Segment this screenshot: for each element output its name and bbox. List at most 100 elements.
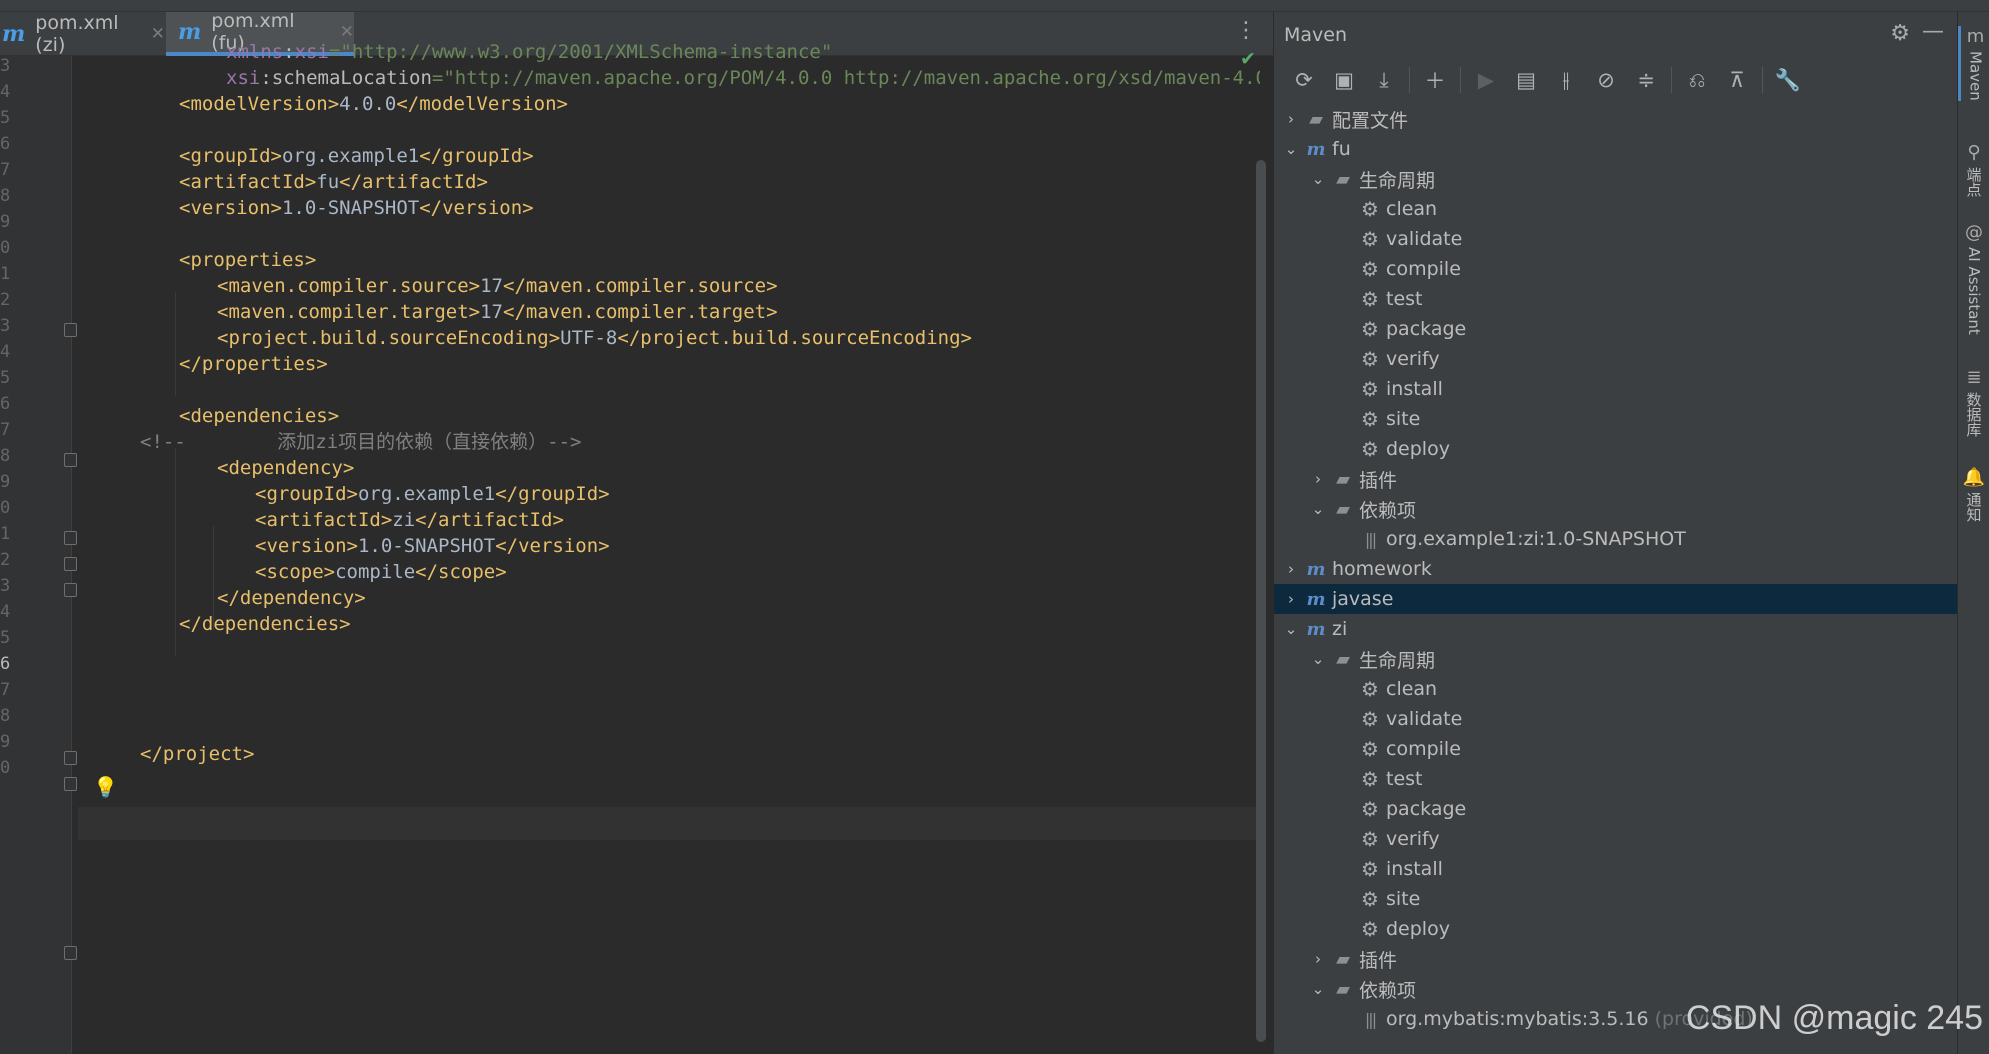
- toggle-offline-icon[interactable]: ⫲: [1546, 62, 1586, 98]
- fold-marker[interactable]: [64, 453, 77, 467]
- tree-label: fu: [1332, 138, 1351, 160]
- lightbulb-icon[interactable]: 💡: [93, 775, 118, 799]
- tree-item-dependency[interactable]: ||| org.example1:zi:1.0-SNAPSHOT: [1274, 524, 1958, 554]
- tree-label: 依赖项: [1359, 499, 1417, 522]
- fold-marker[interactable]: [64, 583, 77, 597]
- download-icon[interactable]: ⤓: [1364, 62, 1404, 98]
- tree-item-plugins[interactable]: › ▰ 插件: [1274, 944, 1958, 974]
- tree-item-dependencies[interactable]: ⌄ ▰ 依赖项: [1274, 494, 1958, 524]
- execute-goal-icon[interactable]: ▤: [1506, 62, 1546, 98]
- watermark: CSDN @magic 245: [1685, 999, 1983, 1037]
- fold-marker[interactable]: [64, 323, 77, 337]
- tree-label: 配置文件: [1332, 109, 1409, 132]
- close-icon[interactable]: ✕: [340, 22, 354, 42]
- fold-marker[interactable]: [64, 531, 77, 545]
- dependency-icon: |||: [1364, 1009, 1377, 1029]
- tree-item-goal-deploy[interactable]: ⚙ deploy: [1274, 914, 1958, 944]
- tree-item-zi[interactable]: ⌄ m zi: [1274, 614, 1958, 644]
- tree-item-fu[interactable]: ⌄ m fu: [1274, 134, 1958, 164]
- line-number: 0: [0, 758, 11, 778]
- stripe-tab-database[interactable]: ≣ 数据库: [1958, 367, 1989, 437]
- line-number: 9: [0, 212, 11, 232]
- tree-label: clean: [1386, 198, 1438, 220]
- tree-item-goal-clean[interactable]: ⚙ clean: [1274, 194, 1958, 224]
- gear-icon: ⚙: [1361, 887, 1379, 911]
- tree-item-goal-deploy[interactable]: ⚙ deploy: [1274, 434, 1958, 464]
- show-dependencies-icon[interactable]: ⎌: [1677, 62, 1717, 98]
- tree-item-goal-compile[interactable]: ⚙ compile: [1274, 734, 1958, 764]
- settings-gear-icon[interactable]: ⚙: [1890, 21, 1910, 46]
- line-number: 8: [0, 446, 11, 466]
- tree-item-goal-verify[interactable]: ⚙ verify: [1274, 824, 1958, 854]
- tree-item-goal-install[interactable]: ⚙ install: [1274, 854, 1958, 884]
- chevron-down-icon[interactable]: ⌄: [1311, 650, 1325, 668]
- collapse-icon[interactable]: ≑: [1626, 62, 1666, 98]
- tree-item-plugins[interactable]: › ▰ 插件: [1274, 464, 1958, 494]
- tab-actions-menu-icon[interactable]: ⋮: [1235, 18, 1257, 43]
- tree-item-goal-site[interactable]: ⚙ site: [1274, 884, 1958, 914]
- code-line-25: </dependencies>: [179, 613, 351, 635]
- tree-item-lifecycle[interactable]: ⌄ ▰ 生命周期: [1274, 644, 1958, 674]
- code-editor[interactable]: xmlns:xsi="http://www.w3.org/2001/XMLSch…: [78, 44, 1260, 1042]
- tree-item-goal-test[interactable]: ⚙ test: [1274, 764, 1958, 794]
- chevron-down-icon[interactable]: ⌄: [1311, 980, 1325, 998]
- line-number: 7: [0, 680, 11, 700]
- fold-marker[interactable]: [64, 946, 77, 960]
- chevron-right-icon[interactable]: ›: [1284, 110, 1298, 128]
- tree-item-goal-package[interactable]: ⚙ package: [1274, 314, 1958, 344]
- tree-item-goal-package[interactable]: ⚙ package: [1274, 794, 1958, 824]
- minimize-icon[interactable]: —: [1922, 19, 1944, 44]
- reload-all-icon[interactable]: ⟳: [1284, 62, 1324, 98]
- chevron-right-icon[interactable]: ›: [1284, 560, 1298, 578]
- fold-marker[interactable]: [64, 751, 77, 765]
- stripe-tab-maven[interactable]: m Maven: [1958, 26, 1989, 101]
- chevron-down-icon[interactable]: ⌄: [1284, 620, 1298, 638]
- chevron-right-icon[interactable]: ›: [1284, 590, 1298, 608]
- reload-folder-icon[interactable]: ▣: [1324, 62, 1364, 98]
- expand-icon[interactable]: ⊼: [1717, 62, 1757, 98]
- current-line-highlight: [78, 807, 1260, 840]
- tree-item-homework[interactable]: › m homework: [1274, 554, 1958, 584]
- run-icon[interactable]: ▶: [1466, 62, 1506, 98]
- tree-item-lifecycle[interactable]: ⌄ ▰ 生命周期: [1274, 164, 1958, 194]
- chevron-right-icon[interactable]: ›: [1311, 950, 1325, 968]
- tree-label: validate: [1386, 708, 1463, 730]
- tree-item-goal-compile[interactable]: ⚙ compile: [1274, 254, 1958, 284]
- tree-item-goal-clean[interactable]: ⚙ clean: [1274, 674, 1958, 704]
- tree-label: package: [1386, 798, 1467, 820]
- line-number: 3: [0, 56, 11, 76]
- line-number: 3: [0, 576, 11, 596]
- add-icon[interactable]: ＋: [1415, 62, 1455, 98]
- tree-item-goal-install[interactable]: ⚙ install: [1274, 374, 1958, 404]
- chevron-down-icon[interactable]: ⌄: [1311, 170, 1325, 188]
- gear-icon: ⚙: [1361, 317, 1379, 341]
- line-number: 0: [0, 498, 11, 518]
- tree-item-goal-site[interactable]: ⚙ site: [1274, 404, 1958, 434]
- tree-item-goal-validate[interactable]: ⚙ validate: [1274, 224, 1958, 254]
- tree-item-javase[interactable]: › m javase: [1274, 584, 1958, 614]
- stripe-label: 通知: [1964, 492, 1983, 522]
- stripe-tab-endpoints[interactable]: ⚲ 端点: [1958, 142, 1989, 197]
- tree-item-profiles[interactable]: › ▰ 配置文件: [1274, 104, 1958, 134]
- chevron-down-icon[interactable]: ⌄: [1284, 140, 1298, 158]
- line-number: 7: [0, 160, 11, 180]
- code-line-14: <project.build.sourceEncoding>UTF-8</pro…: [217, 327, 972, 349]
- chevron-down-icon[interactable]: ⌄: [1311, 500, 1325, 518]
- close-icon[interactable]: ✕: [151, 24, 165, 44]
- stripe-tab-notifications[interactable]: 🔔 通知: [1958, 467, 1989, 522]
- chevron-right-icon[interactable]: ›: [1311, 470, 1325, 488]
- tree-item-goal-validate[interactable]: ⚙ validate: [1274, 704, 1958, 734]
- line-number: 9: [0, 732, 11, 752]
- fold-marker[interactable]: [64, 557, 77, 571]
- fold-marker[interactable]: [64, 777, 77, 791]
- tree-item-goal-verify[interactable]: ⚙ verify: [1274, 344, 1958, 374]
- editor-scrollbar[interactable]: [1256, 160, 1266, 1042]
- tree-item-goal-test[interactable]: ⚙ test: [1274, 284, 1958, 314]
- tree-label: site: [1386, 888, 1421, 910]
- skip-tests-icon[interactable]: ⊘: [1586, 62, 1626, 98]
- wrench-icon[interactable]: 🔧: [1768, 62, 1808, 98]
- stripe-tab-ai-assistant[interactable]: @ AI Assistant: [1958, 222, 1989, 335]
- gear-icon: ⚙: [1361, 917, 1379, 941]
- line-number: 7: [0, 420, 11, 440]
- toolbar-separator: [1460, 67, 1461, 93]
